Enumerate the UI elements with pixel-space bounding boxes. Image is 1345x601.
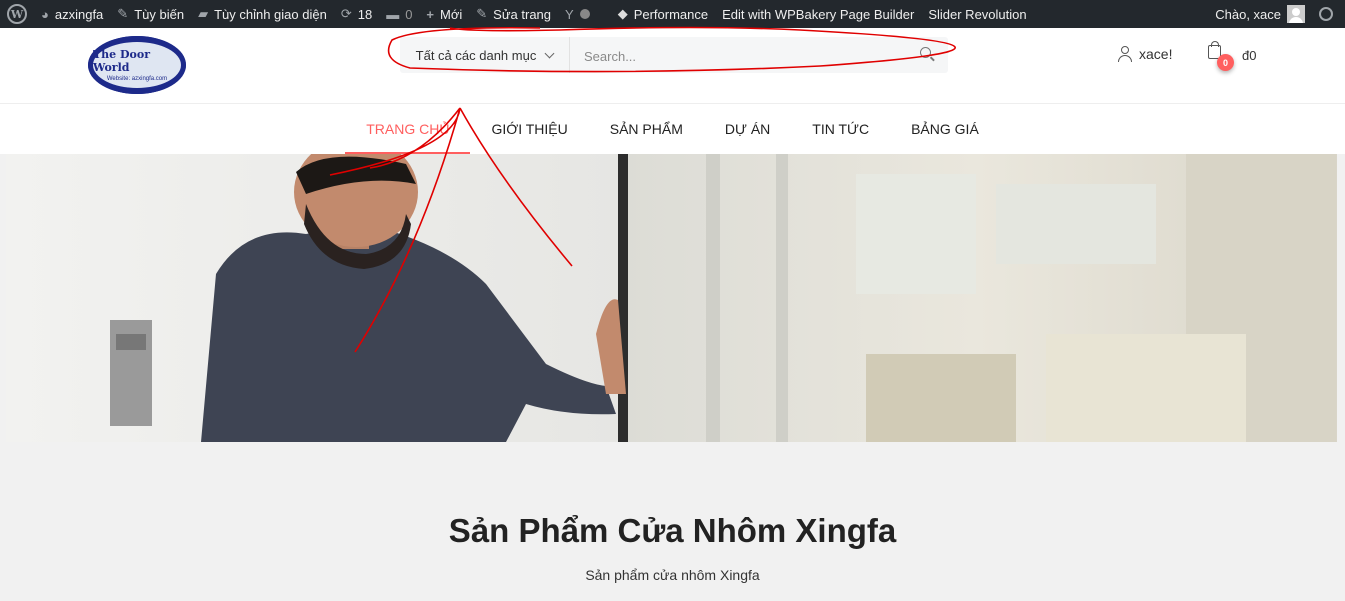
updates-link[interactable]: ⟳ 18: [334, 0, 379, 28]
wpbakery-link[interactable]: Edit with WPBakery Page Builder: [715, 0, 921, 28]
edit-page-link[interactable]: ✎ Sửa trang: [469, 0, 558, 28]
slider-revolution-link[interactable]: Slider Revolution: [921, 0, 1033, 28]
logo-title: The Door World: [93, 48, 151, 74]
main-navigation: TRANG CHỦ GIỚI THIỆU SẢN PHẨM DỰ ÁN TIN …: [0, 104, 1345, 154]
search-icon: [1319, 7, 1333, 21]
category-select-label: Tất cả các danh mục: [415, 47, 537, 63]
nav-item-products[interactable]: SẢN PHẨM: [589, 104, 704, 154]
section-subtitle: Sản phẩm cửa nhôm Xingfa: [585, 567, 760, 583]
refresh-icon: ⟳: [340, 6, 352, 21]
logo-inner: The Door World Website: azxingfa.com: [93, 42, 181, 88]
cart-count-badge: 0: [1217, 54, 1234, 71]
nav-item-about[interactable]: GIỚI THIỆU: [470, 104, 588, 154]
nav-item-pricing[interactable]: BẢNG GIÁ: [890, 104, 1000, 154]
site-name-link[interactable]: ◕ azxingfa: [34, 0, 110, 28]
comments-link[interactable]: ▬ 0: [379, 0, 419, 28]
seo-status-dot-icon: [579, 9, 590, 19]
yoast-icon: Y: [565, 6, 574, 22]
search-icon[interactable]: [920, 47, 931, 58]
updates-count: 18: [357, 6, 373, 22]
nav-item-news[interactable]: TIN TỨC: [791, 104, 890, 154]
wordpress-logo-icon: W: [7, 4, 27, 24]
cart-button[interactable]: 0 đ0: [1208, 41, 1268, 74]
pencil-icon: ✎: [476, 6, 488, 21]
my-account-link[interactable]: Chào, xace: [1208, 0, 1312, 28]
new-content-link[interactable]: + Mới: [419, 0, 469, 28]
account-link[interactable]: xace!: [1117, 46, 1172, 62]
theme-customize-label: Tùy chỉnh giao diện: [214, 6, 327, 22]
hero-image: [6, 154, 1337, 442]
avatar: [1287, 5, 1305, 23]
plus-icon: +: [426, 6, 435, 22]
brush-icon: ✎: [117, 6, 129, 21]
performance-icon: ◆: [617, 6, 628, 21]
greeting-label: Chào, xace: [1215, 6, 1281, 22]
admin-search-button[interactable]: [1312, 0, 1345, 28]
section-title: Sản Phẩm Cửa Nhôm Xingfa: [448, 512, 897, 549]
wpbakery-label: Edit with WPBakery Page Builder: [722, 6, 915, 22]
new-label: Mới: [440, 6, 463, 22]
slider-label: Slider Revolution: [928, 6, 1027, 22]
wordpress-menu[interactable]: W: [0, 0, 34, 28]
comments-count: 0: [405, 6, 413, 22]
site-name-label: azxingfa: [54, 6, 104, 22]
hero-banner: [6, 154, 1337, 442]
search-input[interactable]: [582, 37, 906, 75]
dashboard-icon: ◕: [41, 6, 49, 22]
cart-total: đ0: [1242, 48, 1257, 63]
theme-customize-link[interactable]: ▰ Tùy chỉnh giao diện: [191, 0, 334, 28]
category-select[interactable]: Tất cả các danh mục: [400, 37, 570, 73]
account-name: xace!: [1139, 46, 1173, 62]
product-search-form: Tất cả các danh mục: [400, 37, 948, 75]
yoast-seo-link[interactable]: Y: [558, 0, 597, 28]
chevron-down-icon: [544, 48, 555, 58]
site-logo[interactable]: The Door World Website: azxingfa.com: [88, 36, 186, 94]
performance-link[interactable]: ◆ Performance: [611, 0, 715, 28]
user-icon: [1117, 46, 1133, 62]
products-section: Sản Phẩm Cửa Nhôm Xingfa Sản phẩm cửa nh…: [0, 446, 1345, 601]
folder-icon: ▰: [198, 6, 209, 21]
site-header: The Door World Website: azxingfa.com Tất…: [0, 28, 1345, 104]
nav-item-home[interactable]: TRANG CHỦ: [345, 104, 471, 154]
customize-link[interactable]: ✎ Tùy biến: [110, 0, 191, 28]
logo-subtitle: Website: azxingfa.com: [106, 76, 168, 82]
edit-page-label: Sửa trang: [493, 6, 552, 22]
comment-icon: ▬: [386, 6, 400, 22]
performance-label: Performance: [633, 6, 709, 22]
customize-label: Tùy biến: [134, 6, 185, 22]
wp-admin-bar: W ◕ azxingfa ✎ Tùy biến ▰ Tùy chỉnh giao…: [0, 0, 1345, 28]
nav-item-projects[interactable]: DỰ ÁN: [704, 104, 791, 154]
